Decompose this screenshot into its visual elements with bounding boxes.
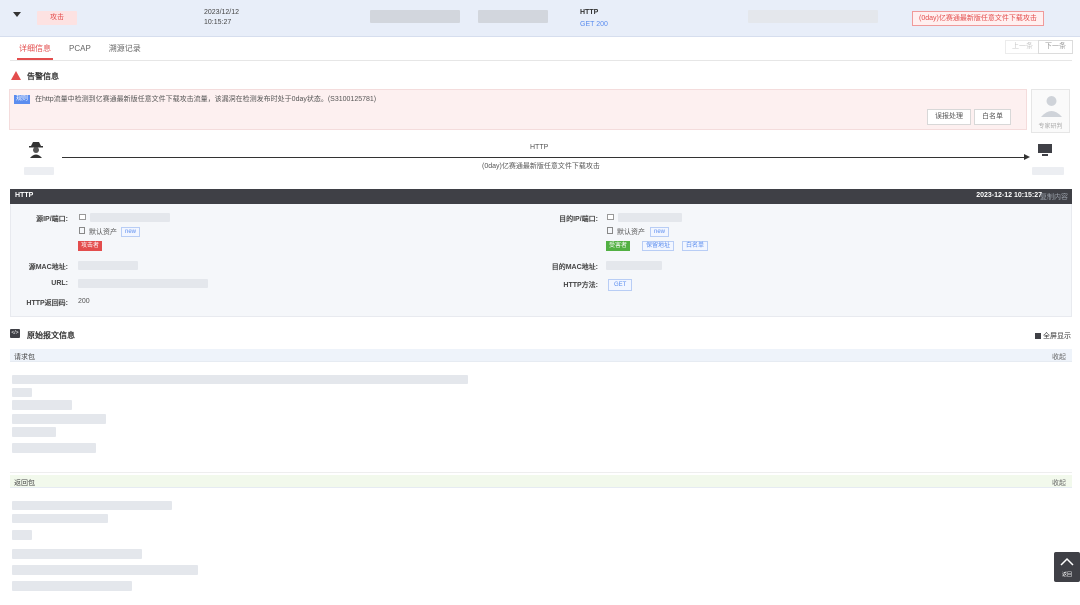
redacted-dst-mac — [606, 261, 662, 270]
detail-tabs: 详细信息 PCAP 溯源记录 — [17, 43, 141, 61]
redacted-response-line — [12, 549, 142, 559]
http-panel-datetime: 2023-12-12 10:15:27 — [976, 192, 1042, 199]
response-title: 返回包 — [14, 480, 35, 487]
attacker-icon — [29, 142, 43, 158]
http-method-value: GET — [608, 279, 633, 291]
chevron-down-icon[interactable] — [13, 12, 21, 17]
redacted-request-line — [12, 414, 106, 424]
url-label: URL: — [51, 280, 68, 287]
http-panel-title: HTTP — [15, 192, 34, 199]
chevron-up-icon — [1060, 557, 1074, 566]
redacted-url — [748, 10, 878, 23]
src-new-tag: new — [121, 227, 141, 237]
request-header: 请求包 收起 — [10, 349, 1072, 362]
next-button[interactable]: 下一条 — [1038, 40, 1073, 54]
fullscreen-label: 全屏显示 — [1043, 333, 1071, 340]
tab-trace-records[interactable]: 溯源记录 — [109, 43, 141, 61]
redacted-request-line — [12, 400, 72, 410]
request-collapse-button[interactable]: 收起 — [1052, 352, 1066, 362]
flow-protocol-label: HTTP — [530, 144, 549, 151]
redacted-response-line — [12, 514, 108, 523]
request-body — [10, 363, 1072, 473]
warning-icon — [11, 71, 21, 80]
expert-review-button[interactable]: 专家研判 — [1031, 89, 1070, 133]
back-to-top-label: 返回 — [1061, 572, 1072, 578]
dst-ip-label: 目的IP/端口: — [559, 216, 598, 223]
alert-time: 10:15:27 — [204, 19, 232, 26]
network-icon — [79, 214, 86, 220]
dst-new-tag: new — [650, 227, 670, 237]
response-collapse-button[interactable]: 收起 — [1052, 478, 1066, 488]
alert-section-title: 告警信息 — [27, 72, 59, 81]
back-to-top-button[interactable]: 返回 — [1054, 552, 1080, 582]
method-status: GET 200 — [580, 21, 608, 28]
redacted-response-line — [12, 565, 198, 575]
tab-details[interactable]: 详细信息 — [17, 43, 53, 61]
response-header: 返回包 收起 — [10, 475, 1072, 488]
redacted-dst-ip — [618, 213, 682, 222]
status-code-label: HTTP返回码: — [26, 300, 68, 307]
status-code-value: 200 — [78, 298, 90, 305]
whitelist-button[interactable]: 白名单 — [974, 109, 1011, 125]
dst-asset-name[interactable]: 默认资产 — [617, 227, 645, 237]
redacted-response-line — [12, 530, 32, 540]
fullscreen-button[interactable]: 全屏显示 — [1035, 331, 1071, 341]
flow-attack-label: (0day)亿赛通最新版任意文件下载攻击 — [482, 163, 600, 170]
request-title: 请求包 — [14, 354, 35, 361]
redacted-victim-ip — [1032, 167, 1064, 175]
alert-date: 2023/12/12 — [204, 9, 240, 16]
redacted-response-line — [12, 501, 172, 510]
expert-avatar-icon — [1041, 96, 1062, 117]
redacted-request-line — [12, 443, 96, 453]
response-body — [10, 489, 1072, 605]
whitelist-tag: 白名单 — [682, 241, 709, 251]
src-ip-label: 源IP/端口: — [36, 216, 68, 223]
attack-type-tag: 攻击 — [37, 11, 77, 25]
http-method-label: HTTP方法: — [563, 282, 598, 289]
alert-title-tag: (0day)亿赛通最新版任意文件下载攻击 — [912, 11, 1044, 26]
redacted-request-line — [12, 388, 32, 397]
redacted-src-ip — [90, 213, 170, 222]
expert-review-label: 专家研判 — [1038, 124, 1063, 130]
protocol-column: HTTP GET 200 — [580, 7, 608, 30]
dst-mac-label: 目的MAC地址: — [551, 264, 598, 271]
attacker-role-tag: 攻击者 — [78, 241, 103, 251]
victim-server-icon — [1038, 144, 1052, 156]
raw-section-title: 原始报文信息 — [27, 331, 75, 340]
rule-badge: 规则 — [14, 95, 31, 104]
http-panel-header: HTTP 2023-12-12 10:15:27 复制内容 — [10, 189, 1072, 204]
alert-message: 在http流量中检测到亿赛通最新版任意文件下载攻击流量，该漏洞在检测发布时处于0… — [35, 96, 377, 103]
src-asset-name[interactable]: 默认资产 — [89, 227, 117, 237]
reserved-address-tag: 保留地址 — [642, 241, 675, 251]
redacted-response-line — [12, 581, 132, 591]
redacted-attacker-ip — [24, 167, 54, 175]
redacted-source-ip — [370, 10, 460, 23]
flow-line — [62, 157, 1028, 158]
tab-pcap[interactable]: PCAP — [69, 43, 91, 61]
copy-content-button[interactable]: 复制内容 — [1040, 192, 1068, 202]
tab-divider — [10, 60, 1072, 61]
redacted-url-value — [78, 279, 208, 288]
raw-message-icon: </> — [10, 329, 20, 338]
redacted-src-mac — [78, 261, 138, 270]
asset-icon — [607, 227, 613, 234]
victim-role-tag: 受害者 — [606, 241, 631, 251]
fullscreen-icon — [1035, 333, 1041, 339]
src-mac-label: 源MAC地址: — [28, 264, 68, 271]
redacted-request-line — [12, 427, 56, 437]
arrow-right-icon — [1024, 154, 1030, 160]
redacted-request-line — [12, 375, 468, 384]
false-positive-button[interactable]: 误报处理 — [927, 109, 971, 125]
alert-datetime: 2023/12/12 10:15:27 — [204, 8, 239, 28]
asset-icon — [79, 227, 85, 234]
network-icon — [607, 214, 614, 220]
prev-button[interactable]: 上一条 — [1005, 40, 1040, 54]
redacted-dest-ip — [478, 10, 548, 23]
protocol-name: HTTP — [580, 9, 599, 16]
